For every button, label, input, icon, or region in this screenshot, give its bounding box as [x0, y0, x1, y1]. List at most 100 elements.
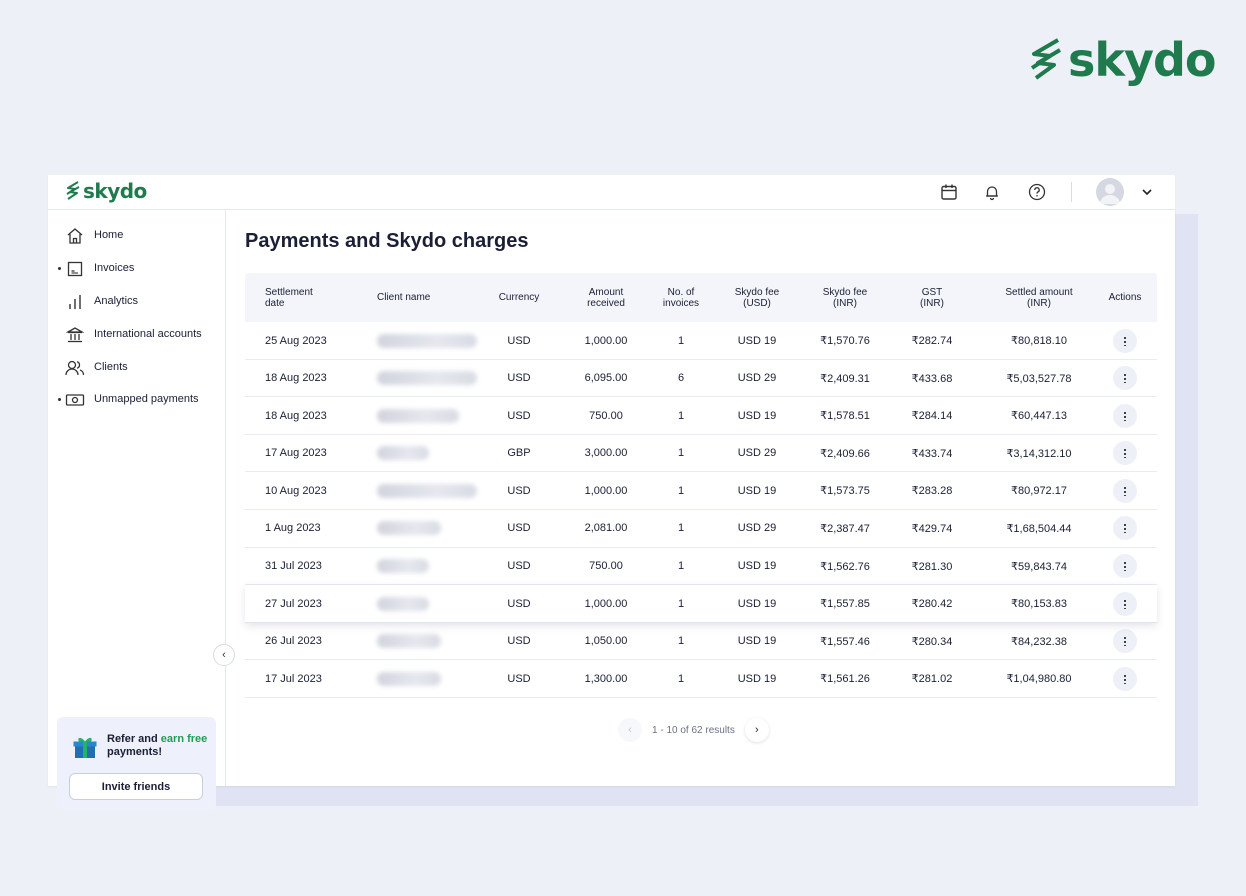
cell-client-name-redacted — [377, 623, 485, 660]
cell-no-of-invoices: 1 — [677, 560, 685, 573]
bell-icon[interactable] — [981, 181, 1003, 203]
table-row[interactable]: 1 Aug 2023 USD 2,081.00 1 USD 29 ₹2,387.47 ₹42… — [245, 509, 1157, 548]
cell-settlement-date: 26 Jul 2023 — [265, 635, 322, 648]
app-window: skydo Home Invoices Analytics Internatio… — [48, 175, 1175, 810]
cell-currency: USD — [507, 484, 531, 497]
cell-settlement-date: 18 Aug 2023 — [265, 372, 327, 385]
table-row[interactable]: 17 Jul 2023 USD 1,300.00 1 USD 19 ₹1,561.26 ₹2… — [245, 660, 1157, 698]
cell-settled-amount-inr: ₹59,843.74 — [1011, 560, 1067, 573]
cell-actions — [1101, 435, 1149, 472]
cell-settlement-date: 18 Aug 2023 — [265, 409, 327, 422]
refer-text-prefix: Refer and — [107, 733, 161, 745]
cell-currency: USD — [507, 409, 531, 422]
row-actions-button[interactable] — [1113, 666, 1137, 691]
sidebar-item-unmapped-payments[interactable]: Unmapped payments — [48, 388, 226, 412]
sidebar-item-analytics[interactable]: Analytics — [48, 290, 226, 314]
chevron-down-icon[interactable] — [1136, 181, 1158, 203]
cell-actions — [1101, 397, 1149, 434]
redacted-blur — [377, 446, 429, 461]
row-actions-button[interactable] — [1113, 366, 1137, 391]
clients-icon — [65, 358, 85, 378]
cell-client-name-redacted — [377, 435, 485, 472]
cell-amount-received: 2,081.00 — [584, 522, 628, 535]
cell-actions — [1101, 548, 1149, 585]
cell-client-name-redacted — [377, 585, 485, 622]
table-row[interactable]: 31 Jul 2023 USD 750.00 1 USD 19 ₹1,562.76 ₹281… — [245, 547, 1157, 586]
cell-gst-inr: ₹280.34 — [911, 635, 953, 648]
table-row[interactable]: 27 Jul 2023 USD 1,000.00 1 USD 19 ₹1,557.85 ₹2… — [245, 585, 1157, 623]
payments-table: Settlement date Client name Currency Amo… — [245, 273, 1157, 698]
invoice-icon — [65, 259, 85, 279]
col-header-skydo-fee-usd[interactable]: Skydo fee (USD) — [727, 273, 787, 322]
pagination: ‹ 1 - 10 of 62 results › — [618, 717, 769, 743]
next-page-button[interactable]: › — [744, 718, 769, 742]
collapse-sidebar-button[interactable]: ‹ — [213, 644, 235, 666]
row-actions-button[interactable] — [1113, 403, 1137, 428]
cell-settled-amount-inr: ₹60,447.13 — [1011, 410, 1067, 423]
kebab-menu-icon — [1124, 335, 1126, 346]
app-logo[interactable]: skydo — [65, 180, 147, 202]
pagination-summary: 1 - 10 of 62 results — [652, 724, 735, 736]
row-actions-button[interactable] — [1113, 591, 1137, 616]
cell-gst-inr: ₹433.68 — [911, 372, 953, 385]
cell-currency: USD — [507, 522, 531, 535]
cell-settlement-date: 17 Jul 2023 — [265, 672, 322, 685]
row-actions-button[interactable] — [1113, 441, 1137, 466]
cell-actions — [1101, 472, 1149, 509]
col-header-currency[interactable]: Currency — [489, 273, 549, 322]
kebab-menu-icon — [1124, 373, 1126, 384]
cell-amount-received: 1,000.00 — [584, 334, 628, 347]
sidebar-item-label: Home — [94, 229, 124, 241]
cell-settled-amount-inr: ₹80,972.17 — [1011, 485, 1067, 498]
redacted-blur — [377, 596, 429, 611]
cell-currency: USD — [507, 672, 531, 685]
col-header-skydo-fee-inr[interactable]: Skydo fee (INR) — [815, 273, 875, 322]
row-actions-button[interactable] — [1113, 328, 1137, 353]
redacted-blur — [377, 671, 441, 686]
cell-skydo-fee-usd: USD 19 — [737, 484, 777, 497]
col-header-gst-inr[interactable]: GST (INR) — [909, 273, 955, 322]
cell-client-name-redacted — [377, 548, 485, 585]
sidebar-item-invoices[interactable]: Invoices — [48, 257, 226, 281]
sidebar-item-clients[interactable]: Clients — [48, 356, 226, 380]
col-header-amount-received[interactable]: Amount received — [577, 273, 635, 322]
cell-gst-inr: ₹283.28 — [911, 485, 953, 498]
sidebar-item-home[interactable]: Home — [48, 224, 226, 248]
cell-amount-received: 750.00 — [589, 560, 623, 573]
avatar[interactable] — [1096, 178, 1124, 206]
table-row[interactable]: 25 Aug 2023 USD 1,000.00 1 USD 19 ₹1,570.76 ₹2… — [245, 322, 1157, 360]
cell-currency: USD — [507, 597, 531, 610]
table-row[interactable]: 10 Aug 2023 USD 1,000.00 1 USD 19 ₹1,573.75 ₹2… — [245, 472, 1157, 510]
table-row[interactable]: 26 Jul 2023 USD 1,050.00 1 USD 19 ₹1,557.46 ₹2… — [245, 622, 1157, 661]
cell-settled-amount-inr: ₹5,03,527.78 — [1006, 372, 1072, 385]
col-header-settled-amount-inr[interactable]: Settled amount (INR) — [995, 273, 1083, 322]
cell-currency: USD — [507, 372, 531, 385]
col-header-actions: Actions — [1108, 292, 1142, 303]
cell-client-name-redacted — [377, 472, 485, 509]
row-actions-button[interactable] — [1113, 478, 1137, 503]
cell-gst-inr: ₹281.02 — [911, 673, 953, 686]
cell-client-name-redacted — [377, 360, 485, 397]
cell-gst-inr: ₹429.74 — [911, 522, 953, 535]
help-icon[interactable] — [1026, 181, 1048, 203]
col-header-client-name[interactable]: Client name — [377, 273, 457, 322]
cell-skydo-fee-inr: ₹1,562.76 — [820, 560, 870, 573]
calendar-icon[interactable] — [938, 181, 960, 203]
cell-skydo-fee-inr: ₹1,561.26 — [820, 673, 870, 686]
cell-settled-amount-inr: ₹1,04,980.80 — [1006, 673, 1072, 686]
cell-settled-amount-inr: ₹80,153.83 — [1011, 598, 1067, 611]
table-row[interactable]: 18 Aug 2023 USD 750.00 1 USD 19 ₹1,578.51 ₹284… — [245, 397, 1157, 435]
table-row[interactable]: 17 Aug 2023 GBP 3,000.00 1 USD 29 ₹2,409.66 ₹4… — [245, 434, 1157, 473]
col-header-no-of-invoices[interactable]: No. of invoices — [655, 273, 707, 322]
sidebar-item-international-accounts[interactable]: International accounts — [48, 323, 226, 347]
col-header-settlement-date[interactable]: Settlement date — [265, 273, 335, 322]
prev-page-button[interactable]: ‹ — [618, 718, 642, 742]
row-actions-button[interactable] — [1113, 554, 1137, 579]
row-actions-button[interactable] — [1113, 516, 1137, 541]
cell-skydo-fee-inr: ₹1,573.75 — [820, 485, 870, 498]
invite-friends-button[interactable]: Invite friends — [69, 773, 203, 800]
top-bar: skydo — [48, 175, 1175, 210]
sidebar-item-label: International accounts — [94, 328, 202, 340]
row-actions-button[interactable] — [1113, 629, 1137, 654]
table-row[interactable]: 18 Aug 2023 USD 6,095.00 6 USD 29 ₹2,409.31 ₹4… — [245, 359, 1157, 398]
